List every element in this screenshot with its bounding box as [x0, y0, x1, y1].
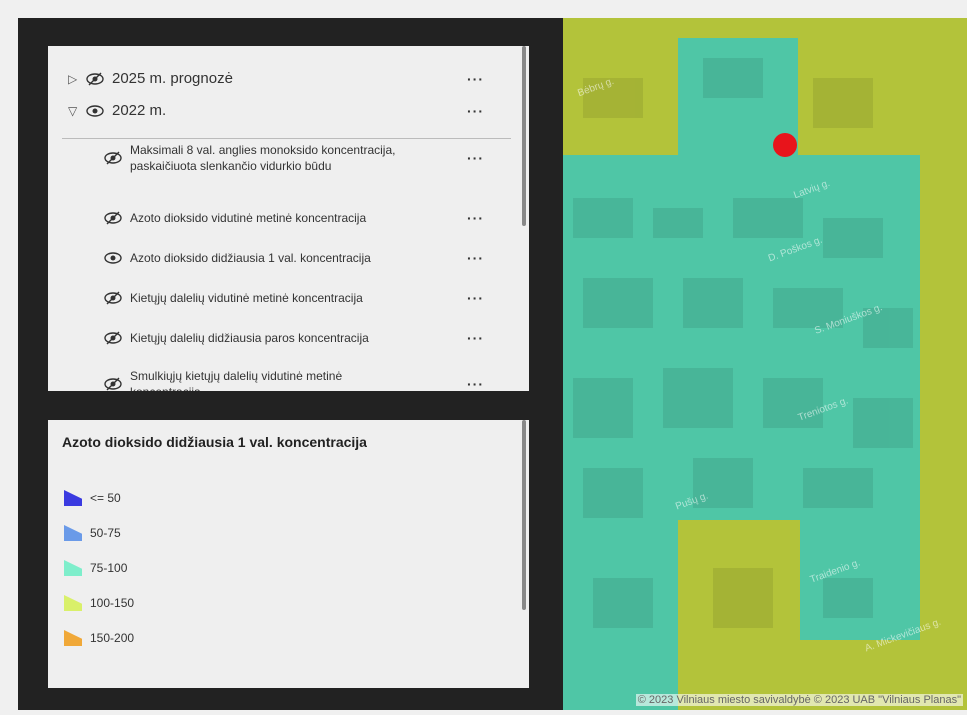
concentration-map [563, 18, 967, 710]
legend-item: 50-75 [64, 525, 121, 541]
layer-label: Kietųjų dalelių vidutinė metinė koncentr… [130, 291, 363, 305]
map-view[interactable]: Bėbrų g. Latvių g. D. Poškos g. S. Moniu… [563, 18, 967, 710]
legend-swatch [64, 560, 82, 576]
legend-swatch [64, 630, 82, 646]
collapse-caret-icon[interactable]: ▽ [68, 104, 82, 118]
layer-label: Smulkiųjų kietųjų dalelių vidutinė metin… [130, 369, 343, 391]
legend-swatch [64, 525, 82, 541]
layer-label: Kietųjų dalelių didžiausia paros koncent… [130, 331, 369, 345]
legend-swatch [64, 595, 82, 611]
more-options-button[interactable]: ··· [467, 250, 484, 266]
visibility-on-icon[interactable] [104, 251, 122, 265]
map-attribution: © 2023 Vilniaus miesto savivaldybė © 202… [635, 694, 963, 706]
legend-label: <= 50 [90, 491, 121, 505]
layer-item[interactable]: Azoto dioksido vidutinė metinė koncentra… [48, 210, 518, 226]
location-marker [773, 133, 797, 157]
layer-list-panel: ▷ 2025 m. prognozė ··· ▽ 2022 m. ··· Mak… [48, 46, 529, 391]
more-options-button[interactable]: ··· [467, 210, 484, 226]
layer-list-scrollbar[interactable] [522, 46, 526, 226]
visibility-off-icon[interactable] [104, 291, 122, 305]
visibility-off-icon[interactable] [104, 331, 122, 345]
divider [62, 138, 511, 139]
legend-item: 150-200 [64, 630, 134, 646]
legend-title: Azoto dioksido didžiausia 1 val. koncent… [62, 434, 367, 450]
expand-caret-icon[interactable]: ▷ [68, 72, 82, 86]
more-options-button[interactable]: ··· [467, 150, 484, 166]
layer-group-2025[interactable]: ▷ 2025 m. prognozė ··· [48, 70, 518, 87]
legend-label: 50-75 [90, 526, 121, 540]
visibility-off-icon[interactable] [104, 151, 122, 165]
layer-item[interactable]: Kietųjų dalelių didžiausia paros koncent… [48, 330, 518, 346]
layer-label: Azoto dioksido didžiausia 1 val. koncent… [130, 251, 371, 265]
legend-scrollbar[interactable] [522, 420, 526, 610]
more-options-button[interactable]: ··· [467, 290, 484, 306]
more-options-button[interactable]: ··· [467, 71, 484, 87]
layer-label: 2022 m. [112, 102, 167, 119]
legend-item: 100-150 [64, 595, 134, 611]
legend-item: <= 50 [64, 490, 121, 506]
layer-group-2022[interactable]: ▽ 2022 m. ··· [48, 102, 518, 119]
legend-swatch [64, 490, 82, 506]
layer-item[interactable]: Smulkiųjų kietųjų dalelių vidutinė metin… [48, 368, 518, 391]
layer-label: 2025 m. prognozė [112, 70, 233, 87]
legend-label: 75-100 [90, 561, 128, 575]
legend-label: 150-200 [90, 631, 135, 645]
layer-item[interactable]: Maksimali 8 val. anglies monoksido konce… [48, 142, 518, 174]
more-options-button[interactable]: ··· [467, 103, 484, 119]
visibility-off-icon[interactable] [86, 72, 104, 86]
legend-label: 100-150 [90, 596, 135, 610]
visibility-off-icon[interactable] [104, 211, 122, 225]
legend-item: 75-100 [64, 560, 127, 576]
visibility-on-icon[interactable] [86, 104, 104, 118]
layer-item[interactable]: Azoto dioksido didžiausia 1 val. koncent… [48, 250, 518, 266]
visibility-off-icon[interactable] [104, 377, 122, 391]
more-options-button[interactable]: ··· [467, 376, 484, 391]
legend-panel: Azoto dioksido didžiausia 1 val. koncent… [48, 420, 529, 688]
layer-label: Azoto dioksido vidutinė metinė koncentra… [130, 211, 367, 225]
layer-label: Maksimali 8 val. anglies monoksido konce… [130, 143, 396, 173]
more-options-button[interactable]: ··· [467, 330, 484, 346]
layer-item[interactable]: Kietųjų dalelių vidutinė metinė koncentr… [48, 290, 518, 306]
